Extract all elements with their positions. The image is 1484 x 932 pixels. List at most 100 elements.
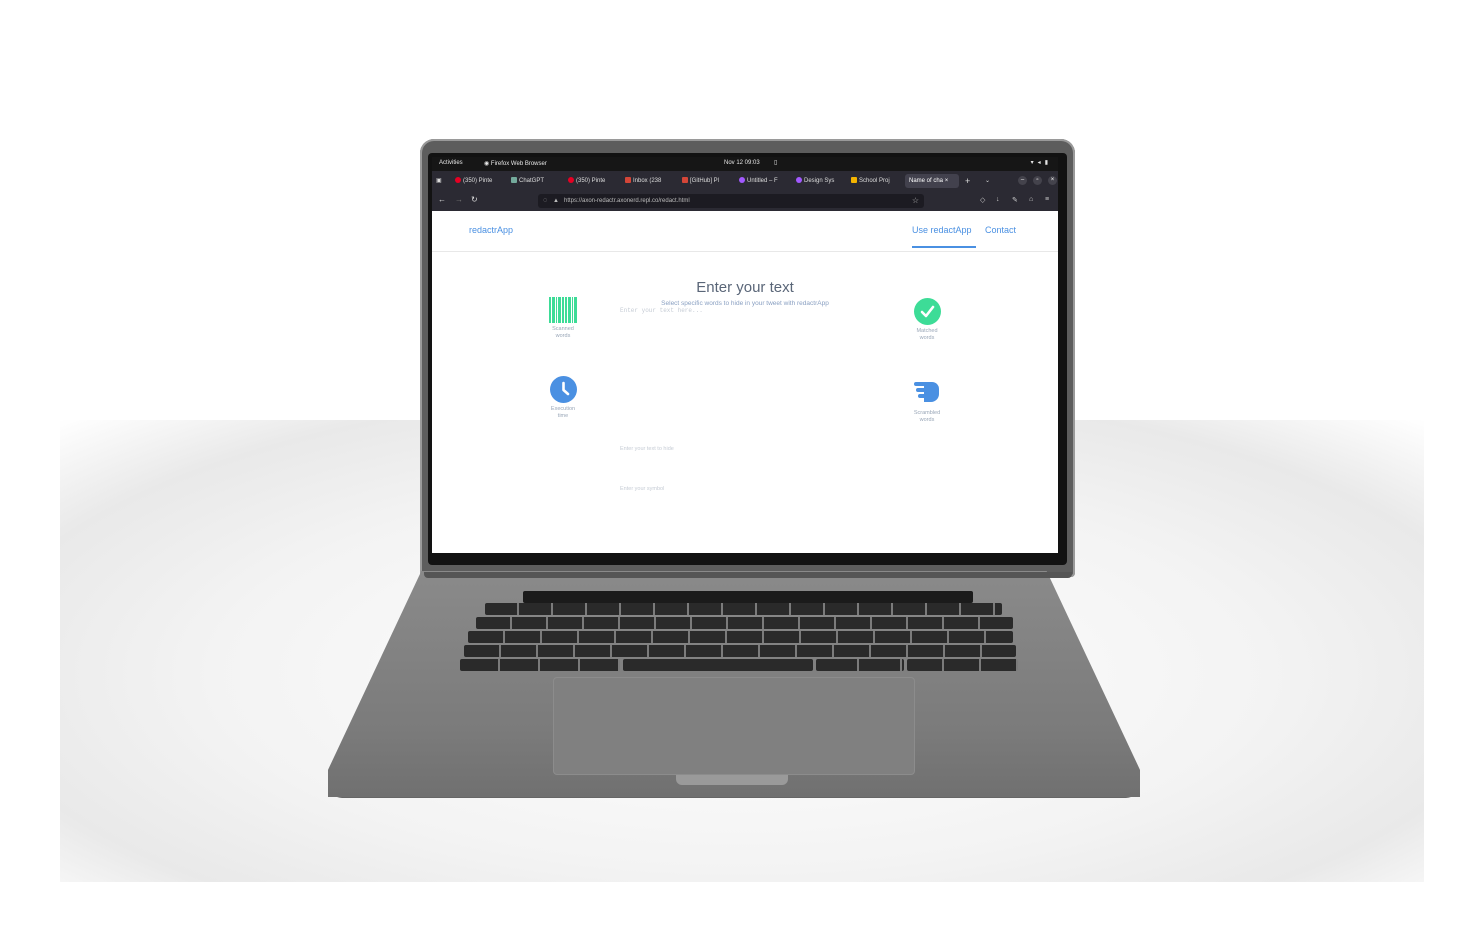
qwerty-keys [476, 617, 1013, 629]
pinterest-icon [455, 177, 461, 184]
stat-scrambled-label: Scrambled words [913, 410, 941, 423]
tab-label: Name of cha [909, 178, 944, 184]
symbol-input[interactable]: Enter your symbol [620, 486, 664, 492]
address-bar[interactable]: ◌ ▲ https://axon-redactr.axonerd.repl.co… [538, 194, 924, 208]
lid-notch [676, 775, 788, 785]
minimize-icon[interactable]: – [1018, 176, 1027, 185]
tab-label: Inbox (238 [633, 178, 662, 184]
barcode-icon [533, 297, 593, 323]
check-circle-icon [913, 298, 941, 325]
menu-icon[interactable]: ≡ [1045, 196, 1049, 203]
page-subtitle: Select specific words to hide in your tw… [661, 300, 829, 307]
screen: Activities ◉ Firefox Web Browser Nov 12 … [432, 157, 1058, 553]
hand-pointing-icon [914, 382, 939, 402]
new-tab-button[interactable]: + [965, 174, 970, 188]
tab-4[interactable]: [GitHub] Pl [682, 174, 732, 188]
hide-text-input[interactable]: Enter your text to hide [620, 446, 674, 452]
modifier-keys-right [816, 659, 904, 671]
system-top-bar: Activities ◉ Firefox Web Browser Nov 12 … [432, 157, 1058, 171]
bell-icon: ▯ [774, 160, 778, 166]
nav-contact-link[interactable]: Contact [985, 225, 1016, 235]
key-row-5 [460, 659, 1018, 672]
nav-use-link[interactable]: Use redactApp [912, 225, 972, 235]
tab-list-chevron-icon[interactable]: ⌄ [985, 174, 990, 188]
tab-label: (350) Pinte [576, 178, 606, 184]
web-page: redactrApp Use redactApp Contact Enter y… [432, 211, 1058, 553]
tab-label: Untitled – F [747, 178, 778, 184]
tab-0[interactable]: (350) Pinte [455, 174, 505, 188]
key-row-3 [468, 631, 1013, 644]
stat-scrambled: Scrambled words [897, 379, 957, 423]
home-row-keys [468, 631, 1013, 643]
tab-8-active[interactable]: Name of cha × [905, 174, 959, 188]
system-tray[interactable]: ▾◂▮ [1031, 159, 1052, 166]
tab-overview-icon[interactable]: ▣ [436, 174, 442, 188]
space-bar [623, 659, 813, 671]
tab-bar: ▣ (350) Pinte ChatGPT (350) Pinte Inbox … [432, 171, 1058, 191]
text-input-area[interactable]: Enter your text here... [620, 307, 703, 314]
number-keys [485, 603, 1002, 615]
figma-icon [739, 177, 745, 184]
extension-icon[interactable]: ✎ [1012, 196, 1018, 204]
tab-3[interactable]: Inbox (238 [625, 174, 675, 188]
tab-label: ChatGPT [519, 178, 545, 184]
site-logo[interactable]: redactrApp [469, 225, 513, 235]
stat-matched-label: Matched words [916, 328, 938, 341]
header-divider [432, 251, 1058, 252]
home-icon[interactable]: ⌂ [1029, 196, 1033, 203]
wifi-icon: ▾ [1030, 160, 1038, 166]
reload-icon[interactable]: ↻ [471, 195, 478, 204]
stat-execution: Execution time [533, 376, 593, 419]
laptop-hinge [424, 572, 1072, 578]
bookmark-star-icon[interactable]: ☆ [912, 194, 919, 208]
volume-icon: ◂ [1037, 160, 1045, 166]
active-app-label[interactable]: ◉ Firefox Web Browser [484, 160, 547, 167]
stat-scanned: Scanned words [533, 297, 593, 339]
url-text[interactable]: https://axon-redactr.axonerd.repl.co/red… [564, 194, 690, 208]
nav-bar: ← → ↻ ◌ ▲ https://axon-redactr.axonerd.r… [432, 191, 1058, 211]
active-nav-underline [912, 246, 976, 248]
tab-1[interactable]: ChatGPT [511, 174, 561, 188]
touch-bar [523, 591, 973, 603]
app-name: Firefox Web Browser [490, 161, 547, 167]
close-window-icon[interactable]: × [1048, 176, 1057, 185]
tab-label: Design Sys [804, 178, 835, 184]
laptop-lid: Activities ◉ Firefox Web Browser Nov 12 … [420, 139, 1075, 577]
doc-icon [851, 177, 857, 184]
back-arrow-icon[interactable]: ← [438, 195, 446, 204]
keyboard [458, 603, 1018, 675]
key-row-1 [485, 603, 1005, 616]
tab-label: [GitHub] Pl [690, 178, 720, 184]
tab-7[interactable]: School Proj [851, 174, 903, 188]
tab-2[interactable]: (350) Pinte [568, 174, 618, 188]
stat-execution-label: Execution time [550, 406, 576, 419]
clock[interactable]: Nov 12 09:03 [724, 160, 760, 166]
modifier-keys-left [460, 659, 620, 671]
clock-icon [549, 376, 577, 403]
page-title: Enter your text [696, 279, 794, 296]
stat-scanned-label: Scanned words [552, 326, 574, 339]
key-row-2 [476, 617, 1013, 630]
figma-icon [796, 177, 802, 184]
key-row-4 [464, 645, 1016, 658]
pinterest-icon [568, 177, 574, 184]
shield-icon: ◌ [543, 197, 548, 204]
activities-button[interactable]: Activities [439, 160, 463, 166]
gmail-icon [682, 177, 688, 184]
maximize-icon[interactable]: ▫ [1033, 176, 1042, 185]
screen-bezel: Activities ◉ Firefox Web Browser Nov 12 … [428, 153, 1067, 565]
firefox-icon: ◉ [484, 161, 490, 167]
tab-6[interactable]: Design Sys [796, 174, 846, 188]
pocket-icon[interactable]: ◇ [980, 196, 985, 204]
stat-matched: Matched words [897, 298, 957, 341]
lock-icon: ▲ [553, 198, 559, 204]
bottom-letter-keys [464, 645, 1016, 657]
tab-label: (350) Pinte [463, 178, 493, 184]
gmail-icon [625, 177, 631, 184]
tab-5[interactable]: Untitled – F [739, 174, 789, 188]
download-icon[interactable]: ↓ [996, 196, 1000, 203]
trackpad [553, 677, 915, 775]
close-tab-icon[interactable]: × [945, 178, 949, 184]
battery-icon: ▮ [1044, 160, 1052, 166]
forward-arrow-icon[interactable]: → [455, 195, 463, 204]
